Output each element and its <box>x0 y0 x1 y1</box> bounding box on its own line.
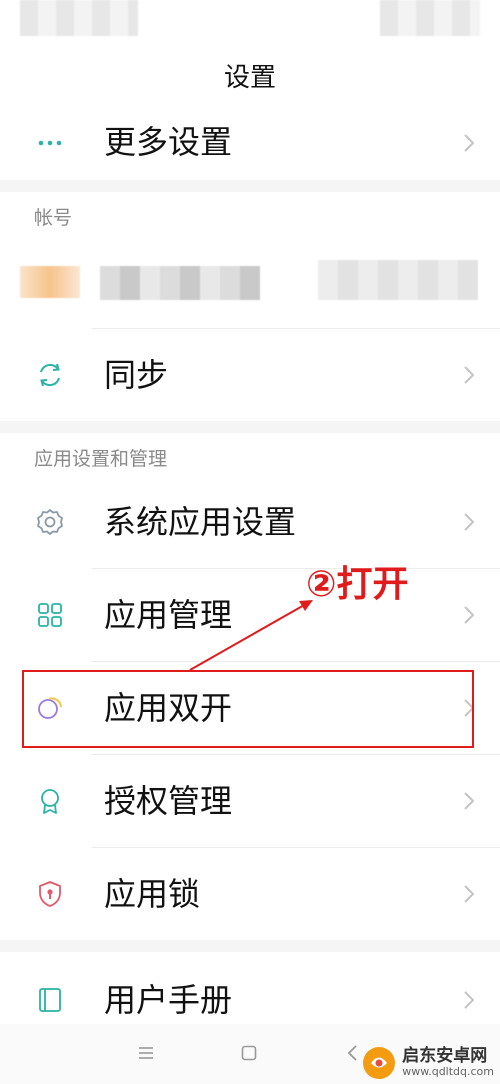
settings-row-label: 应用锁 <box>104 875 201 913</box>
menu-icon[interactable] <box>138 1046 154 1060</box>
chevron-right-icon <box>464 792 475 810</box>
section-header-account: 帐号 <box>34 207 73 229</box>
section-header-app-settings: 应用设置和管理 <box>34 448 168 470</box>
more-dots-icon <box>36 129 64 157</box>
home-icon[interactable] <box>241 1045 257 1061</box>
back-icon[interactable] <box>346 1044 358 1062</box>
settings-row-permissions[interactable]: 授权管理 <box>0 755 500 847</box>
account-id-blur <box>318 260 478 300</box>
settings-row-system-apps[interactable]: 系统应用设置 <box>0 476 500 568</box>
account-name-blur <box>100 266 260 300</box>
ribbon-badge-icon <box>36 787 64 815</box>
status-bar <box>0 0 500 44</box>
watermark: 启东安卓网 www.qdltdq.com <box>362 1046 494 1080</box>
annotation-highlight-box <box>22 670 474 748</box>
watermark-url: www.qdltdq.com <box>402 1065 494 1079</box>
gear-icon <box>36 508 64 536</box>
chevron-right-icon <box>464 606 475 624</box>
chevron-right-icon <box>464 991 475 1009</box>
section-gap <box>0 421 500 433</box>
settings-row-sync[interactable]: 同步 <box>0 329 500 421</box>
account-row[interactable] <box>0 236 500 328</box>
settings-row-more[interactable]: 更多设置 <box>0 106 500 180</box>
chevron-right-icon <box>464 513 475 531</box>
section-gap <box>0 940 500 952</box>
watermark-logo-icon <box>363 1047 396 1079</box>
settings-row-label: 用户手册 <box>104 981 233 1019</box>
chevron-right-icon <box>464 885 475 903</box>
settings-row-label: 应用管理 <box>104 596 233 634</box>
annotation-label: ②打开 <box>306 564 409 605</box>
status-bar-left-blur <box>20 0 138 36</box>
grid-icon <box>36 601 64 629</box>
avatar <box>20 266 80 298</box>
settings-row-app-management[interactable]: 应用管理 <box>0 569 500 661</box>
settings-row-label: 更多设置 <box>104 123 233 161</box>
watermark-title: 启东安卓网 <box>402 1046 488 1067</box>
status-bar-right-blur <box>380 0 480 36</box>
book-icon <box>36 986 64 1014</box>
settings-row-label: 授权管理 <box>104 782 233 820</box>
shield-lock-icon <box>36 880 64 908</box>
settings-row-label: 同步 <box>104 356 169 394</box>
section-gap <box>0 180 500 192</box>
page-title: 设置 <box>223 62 276 93</box>
settings-row-label: 系统应用设置 <box>104 503 297 541</box>
sync-icon <box>36 361 64 389</box>
chevron-right-icon <box>464 134 475 152</box>
chevron-right-icon <box>464 366 475 384</box>
settings-row-app-lock[interactable]: 应用锁 <box>0 848 500 940</box>
settings-row-user-manual[interactable]: 用户手册 <box>0 952 500 1024</box>
